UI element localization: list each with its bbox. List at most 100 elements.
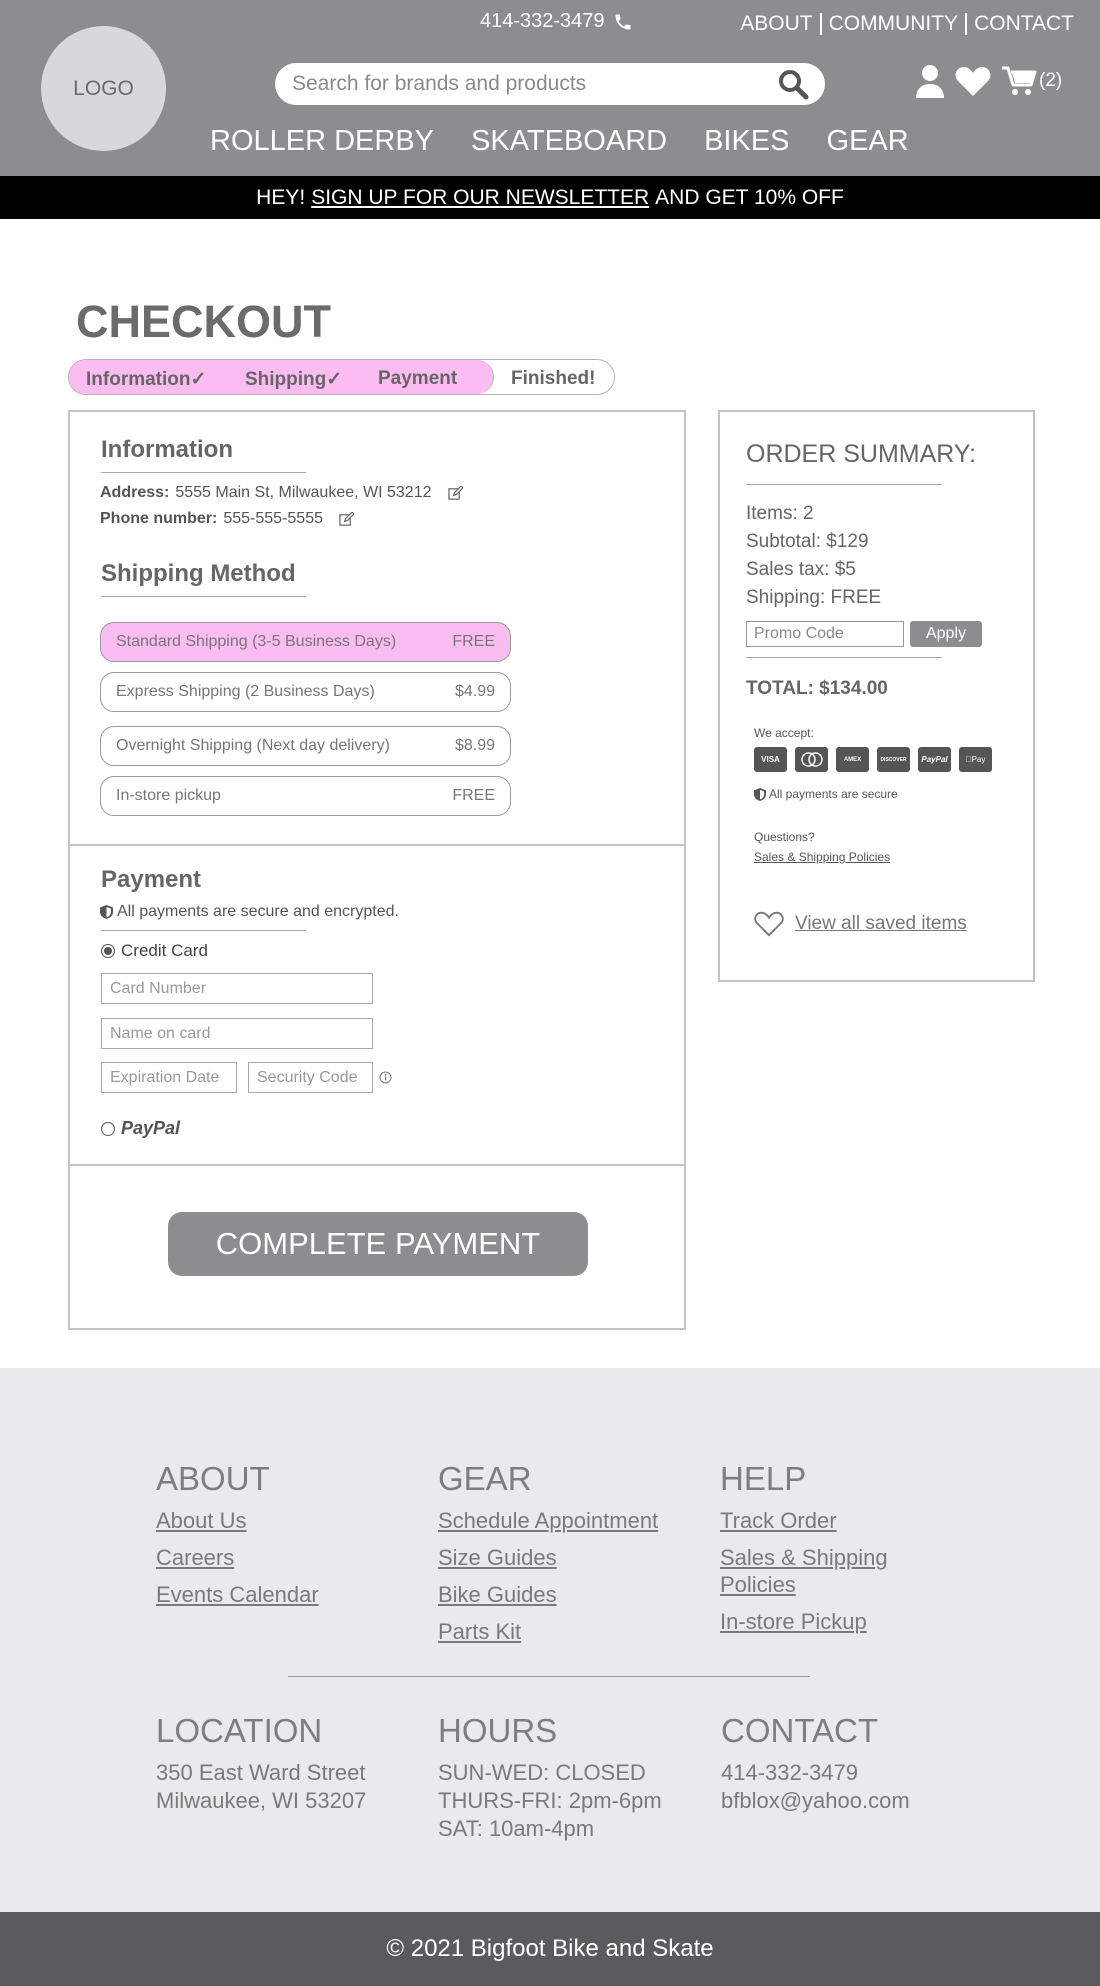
shipping-option-express[interactable]: Express Shipping (2 Business Days) $4.99 xyxy=(100,672,511,712)
nav-roller-derby[interactable]: ROLLER DERBY xyxy=(210,125,434,158)
footer-location: LOCATION 350 East Ward Street Milwaukee,… xyxy=(156,1712,366,1815)
nav-skateboard[interactable]: SKATEBOARD xyxy=(471,125,667,158)
mastercard-icon xyxy=(795,747,828,772)
heart-outline-icon xyxy=(754,911,784,937)
amex-icon: AMEX xyxy=(836,747,869,772)
shipping-option-overnight[interactable]: Overnight Shipping (Next day delivery) $… xyxy=(100,726,511,766)
top-link-community[interactable]: COMMUNITY xyxy=(829,12,959,36)
radio-credit-card[interactable]: Credit Card xyxy=(101,941,208,961)
footer-link[interactable]: Sales & Shipping Policies xyxy=(720,1544,920,1598)
cart-count[interactable]: (2) xyxy=(1039,70,1062,92)
page-title: CHECKOUT xyxy=(76,296,331,347)
footer-contact: CONTACT 414-332-3479 bfblox@yahoo.com xyxy=(721,1712,910,1815)
info-icon[interactable] xyxy=(379,1071,392,1084)
phone-value: 555-555-5555 xyxy=(223,510,323,527)
footer-link[interactable]: Schedule Appointment xyxy=(438,1507,658,1534)
radio-unselected[interactable] xyxy=(101,1121,115,1136)
search-icon[interactable] xyxy=(777,68,809,100)
divider xyxy=(288,1676,810,1677)
footer-text: SAT: 10am-4pm xyxy=(438,1816,595,1841)
account-icon[interactable] xyxy=(915,64,945,98)
radio-paypal[interactable]: PayPal xyxy=(101,1118,180,1139)
paypal-icon: PayPal xyxy=(918,747,951,772)
policies-link[interactable]: Sales & Shipping Policies xyxy=(754,850,890,864)
footer-link[interactable]: Size Guides xyxy=(438,1544,658,1571)
footer-heading: CONTACT xyxy=(721,1712,879,1749)
saved-items-text[interactable]: View all saved items xyxy=(795,913,967,935)
footer-text: Milwaukee, WI 53207 xyxy=(156,1788,367,1813)
heart-icon[interactable] xyxy=(955,65,991,97)
order-summary: ORDER SUMMARY: Items: 2 Subtotal: $129 S… xyxy=(718,410,1035,982)
phone-label: Phone number: xyxy=(100,510,218,527)
summary-tax: Sales tax: $5 xyxy=(746,559,856,580)
top-link-contact[interactable]: CONTACT xyxy=(974,12,1074,36)
promo-code-input[interactable] xyxy=(746,621,904,647)
copyright: © 2021 Bigfoot Bike and Skate xyxy=(0,1912,1100,1986)
footer-heading: ABOUT xyxy=(156,1460,270,1497)
visa-icon: VISA xyxy=(754,747,787,772)
header-icons: (2) xyxy=(915,64,1062,98)
step-payment[interactable]: Payment xyxy=(378,368,457,390)
step-label: Shipping xyxy=(245,369,327,390)
card-number-field[interactable] xyxy=(101,973,373,1004)
shipping-price: $4.99 xyxy=(454,683,495,700)
apple-pay-icon: Pay xyxy=(959,747,992,772)
apple-pay-label: Pay xyxy=(966,755,986,764)
footer-text[interactable]: 414-332-3479 xyxy=(721,1759,910,1787)
step-shipping[interactable]: Shipping✓ xyxy=(245,368,342,391)
footer-link[interactable]: Careers xyxy=(156,1544,319,1571)
complete-payment-button[interactable]: COMPLETE PAYMENT xyxy=(168,1212,588,1276)
radio-selected[interactable] xyxy=(101,944,115,958)
shipping-label: Express Shipping (2 Business Days) xyxy=(116,683,375,700)
address-line: Address: 5555 Main St, Milwaukee, WI 532… xyxy=(100,484,463,502)
secure-text: All payments are secure xyxy=(769,787,898,801)
apply-promo-button[interactable]: Apply xyxy=(910,621,982,647)
search-input[interactable] xyxy=(292,72,777,96)
footer-link[interactable]: Track Order xyxy=(720,1507,920,1534)
step-information[interactable]: Information✓ xyxy=(86,368,206,391)
shipping-option-pickup[interactable]: In-store pickup FREE xyxy=(100,776,511,816)
top-link-about[interactable]: ABOUT xyxy=(740,12,812,36)
edit-icon[interactable] xyxy=(447,485,463,501)
phone-number[interactable]: 414-332-3479 xyxy=(480,10,605,33)
banner-suffix: AND GET 10% OFF xyxy=(655,185,844,209)
footer-link[interactable]: In-store Pickup xyxy=(720,1608,920,1635)
shipping-price: $8.99 xyxy=(454,737,495,754)
step-finished: Finished! xyxy=(511,368,596,389)
footer-heading: HELP xyxy=(720,1460,807,1497)
security-code-field[interactable] xyxy=(248,1062,373,1093)
footer-hours: HOURS SUN-WED: CLOSED THURS-FRI: 2pm-6pm… xyxy=(438,1712,662,1843)
newsletter-link[interactable]: SIGN UP FOR OUR NEWSLETTER xyxy=(311,186,649,210)
footer-text[interactable]: bfblox@yahoo.com xyxy=(721,1787,910,1815)
footer-link[interactable]: Events Calendar xyxy=(156,1581,319,1608)
edit-icon[interactable] xyxy=(339,511,354,527)
divider xyxy=(101,930,306,931)
saved-items-link[interactable]: View all saved items xyxy=(754,910,967,937)
nav-gear[interactable]: GEAR xyxy=(827,125,909,158)
shipping-option-standard[interactable]: Standard Shipping (3-5 Business Days) FR… xyxy=(100,622,511,662)
footer-link[interactable]: Bike Guides xyxy=(438,1581,658,1608)
payment-cards: VISA AMEX DISCOVER PayPal Pay xyxy=(754,747,992,772)
footer-heading: GEAR xyxy=(438,1460,532,1497)
newsletter-banner: HEY! SIGN UP FOR OUR NEWSLETTER AND GET … xyxy=(0,176,1100,219)
header-phone[interactable]: 414-332-3479 xyxy=(480,10,633,33)
nav-bikes[interactable]: BIKES xyxy=(704,125,789,158)
discover-icon: DISCOVER xyxy=(877,747,910,772)
name-on-card-field[interactable] xyxy=(101,1018,373,1049)
shipping-heading: Shipping Method xyxy=(101,560,296,587)
phone-icon xyxy=(615,14,631,29)
credit-card-label: Credit Card xyxy=(121,941,208,960)
paypal-label: PayPal xyxy=(121,1118,181,1138)
summary-heading: ORDER SUMMARY: xyxy=(746,440,977,468)
checkout-progress: Information✓ Shipping✓ Payment Finished! xyxy=(68,359,615,395)
logo[interactable]: LOGO xyxy=(41,26,166,151)
footer-link[interactable]: Parts Kit xyxy=(438,1618,658,1645)
summary-subtotal: Subtotal: $129 xyxy=(746,531,869,552)
cart-icon[interactable] xyxy=(1001,65,1037,97)
footer-link[interactable]: About Us xyxy=(156,1507,319,1534)
divider xyxy=(101,596,306,597)
divider xyxy=(746,657,942,658)
footer-text: THURS-FRI: 2pm-6pm xyxy=(438,1788,662,1813)
step-label: Information xyxy=(86,369,191,390)
expiration-date-field[interactable] xyxy=(101,1062,237,1093)
